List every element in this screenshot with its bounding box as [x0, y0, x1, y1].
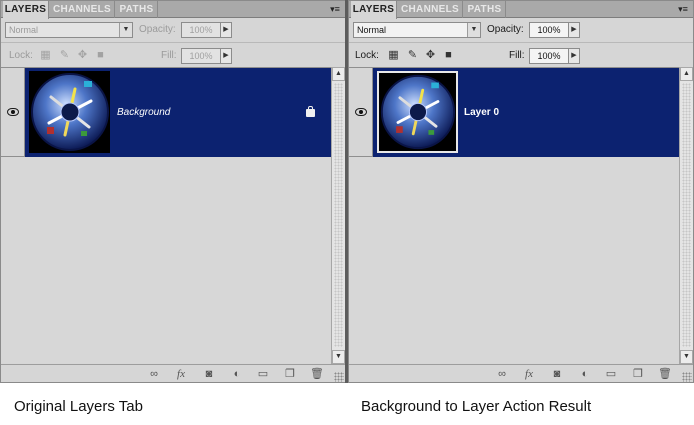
fx-icon[interactable]: fx — [521, 367, 537, 381]
layers-panel-original: LAYERS CHANNELS PATHS ▾≡ Normal ▼ Opacit… — [0, 0, 346, 383]
sphere-thumbnail-image — [31, 73, 109, 151]
tab-layers[interactable]: LAYERS — [3, 1, 49, 19]
blend-mode-select[interactable]: Normal ▼ — [353, 22, 481, 38]
layer-row-layer-0[interactable]: Layer 0 — [349, 68, 679, 157]
resize-grip[interactable] — [334, 372, 344, 382]
controls-divider — [349, 42, 693, 43]
blend-mode-value: Normal — [9, 25, 39, 35]
opacity-label: Opacity: — [487, 24, 524, 35]
scroll-up-arrow-icon[interactable]: ▲ — [332, 67, 345, 81]
visibility-toggle[interactable] — [349, 68, 373, 157]
tab-channels[interactable]: CHANNELS — [50, 1, 115, 18]
link-icon[interactable]: ∞ — [146, 367, 162, 381]
fill-field[interactable]: 100% — [529, 48, 569, 64]
fill-stepper-arrow[interactable]: ▶ — [569, 48, 580, 64]
layers-toolbar: ∞ fx ◙ ◐ ▭ ❐ 🗑 — [1, 364, 345, 382]
scroll-track[interactable] — [682, 83, 691, 347]
lock-position-icon[interactable]: ✥ — [76, 49, 89, 62]
lock-all-icon[interactable]: ■ — [442, 49, 455, 62]
controls-divider — [1, 42, 345, 43]
scrollbar[interactable]: ▲ ▼ — [679, 67, 693, 364]
tab-paths[interactable]: PATHS — [464, 1, 506, 18]
scroll-up-arrow-icon[interactable]: ▲ — [680, 67, 693, 81]
layer-thumbnail[interactable] — [29, 71, 110, 153]
mask-icon[interactable]: ◙ — [201, 367, 217, 381]
scroll-track[interactable] — [334, 83, 343, 347]
group-folder-icon[interactable]: ▭ — [603, 367, 619, 381]
chevron-down-icon[interactable]: ▼ — [467, 23, 480, 37]
lock-all-icon[interactable]: ■ — [94, 49, 107, 62]
tab-layers[interactable]: LAYERS — [351, 1, 397, 19]
chevron-down-icon[interactable]: ▼ — [119, 23, 132, 37]
mask-icon[interactable]: ◙ — [549, 367, 565, 381]
layers-list: Layer 0 — [349, 67, 679, 363]
opacity-label: Opacity: — [139, 24, 176, 35]
layers-panel-result: LAYERS CHANNELS PATHS ▾≡ Normal ▼ Opacit… — [348, 0, 694, 383]
tab-channels[interactable]: CHANNELS — [398, 1, 463, 18]
lock-position-icon[interactable]: ✥ — [424, 49, 437, 62]
fill-stepper-arrow[interactable]: ▶ — [221, 48, 232, 64]
caption-original: Original Layers Tab — [14, 398, 143, 415]
layer-lock-icon — [306, 106, 315, 117]
opacity-stepper-arrow[interactable]: ▶ — [569, 22, 580, 38]
fx-icon[interactable]: fx — [173, 367, 189, 381]
fill-label: Fill: — [161, 50, 177, 61]
lock-transparent-icon[interactable]: ▦ — [39, 49, 52, 62]
link-icon[interactable]: ∞ — [494, 367, 510, 381]
blend-mode-select[interactable]: Normal ▼ — [5, 22, 133, 38]
opacity-field[interactable]: 100% — [529, 22, 569, 38]
sphere-thumbnail-image — [380, 74, 456, 150]
panel-tab-bar: LAYERS CHANNELS PATHS ▾≡ — [349, 1, 693, 19]
opacity-stepper-arrow[interactable]: ▶ — [221, 22, 232, 38]
trash-icon[interactable]: 🗑 — [657, 367, 673, 381]
lock-label: Lock: — [9, 50, 33, 61]
layers-list: Background — [1, 67, 331, 363]
adjustment-icon[interactable]: ◐ — [577, 367, 593, 381]
tab-paths[interactable]: PATHS — [116, 1, 158, 18]
layer-name[interactable]: Layer 0 — [464, 106, 499, 120]
adjustment-icon[interactable]: ◐ — [229, 367, 245, 381]
new-layer-icon[interactable]: ❐ — [630, 367, 646, 381]
eye-icon — [355, 108, 367, 116]
scroll-down-arrow-icon[interactable]: ▼ — [332, 350, 345, 364]
blend-mode-value: Normal — [357, 25, 387, 35]
lock-transparent-icon[interactable]: ▦ — [387, 49, 400, 62]
visibility-toggle[interactable] — [1, 68, 25, 157]
lock-image-icon[interactable]: ✎ — [406, 49, 419, 62]
scrollbar[interactable]: ▲ ▼ — [331, 67, 345, 364]
new-layer-icon[interactable]: ❐ — [282, 367, 298, 381]
layer-row-background[interactable]: Background — [1, 68, 331, 157]
fill-label: Fill: — [509, 50, 525, 61]
eye-icon — [7, 108, 19, 116]
panel-menu-icon[interactable]: ▾≡ — [676, 4, 690, 14]
scroll-down-arrow-icon[interactable]: ▼ — [680, 350, 693, 364]
panel-menu-icon[interactable]: ▾≡ — [328, 4, 342, 14]
panel-tab-bar: LAYERS CHANNELS PATHS ▾≡ — [1, 1, 345, 19]
resize-grip[interactable] — [682, 372, 692, 382]
layer-thumbnail[interactable] — [377, 71, 458, 153]
group-folder-icon[interactable]: ▭ — [255, 367, 271, 381]
trash-icon[interactable]: 🗑 — [309, 367, 325, 381]
lock-image-icon[interactable]: ✎ — [58, 49, 71, 62]
caption-result: Background to Layer Action Result — [361, 398, 592, 415]
layer-name[interactable]: Background — [117, 106, 170, 120]
lock-label: Lock: — [355, 50, 379, 61]
layers-toolbar: ∞ fx ◙ ◐ ▭ ❐ 🗑 — [349, 364, 693, 382]
opacity-field[interactable]: 100% — [181, 22, 221, 38]
fill-field[interactable]: 100% — [181, 48, 221, 64]
